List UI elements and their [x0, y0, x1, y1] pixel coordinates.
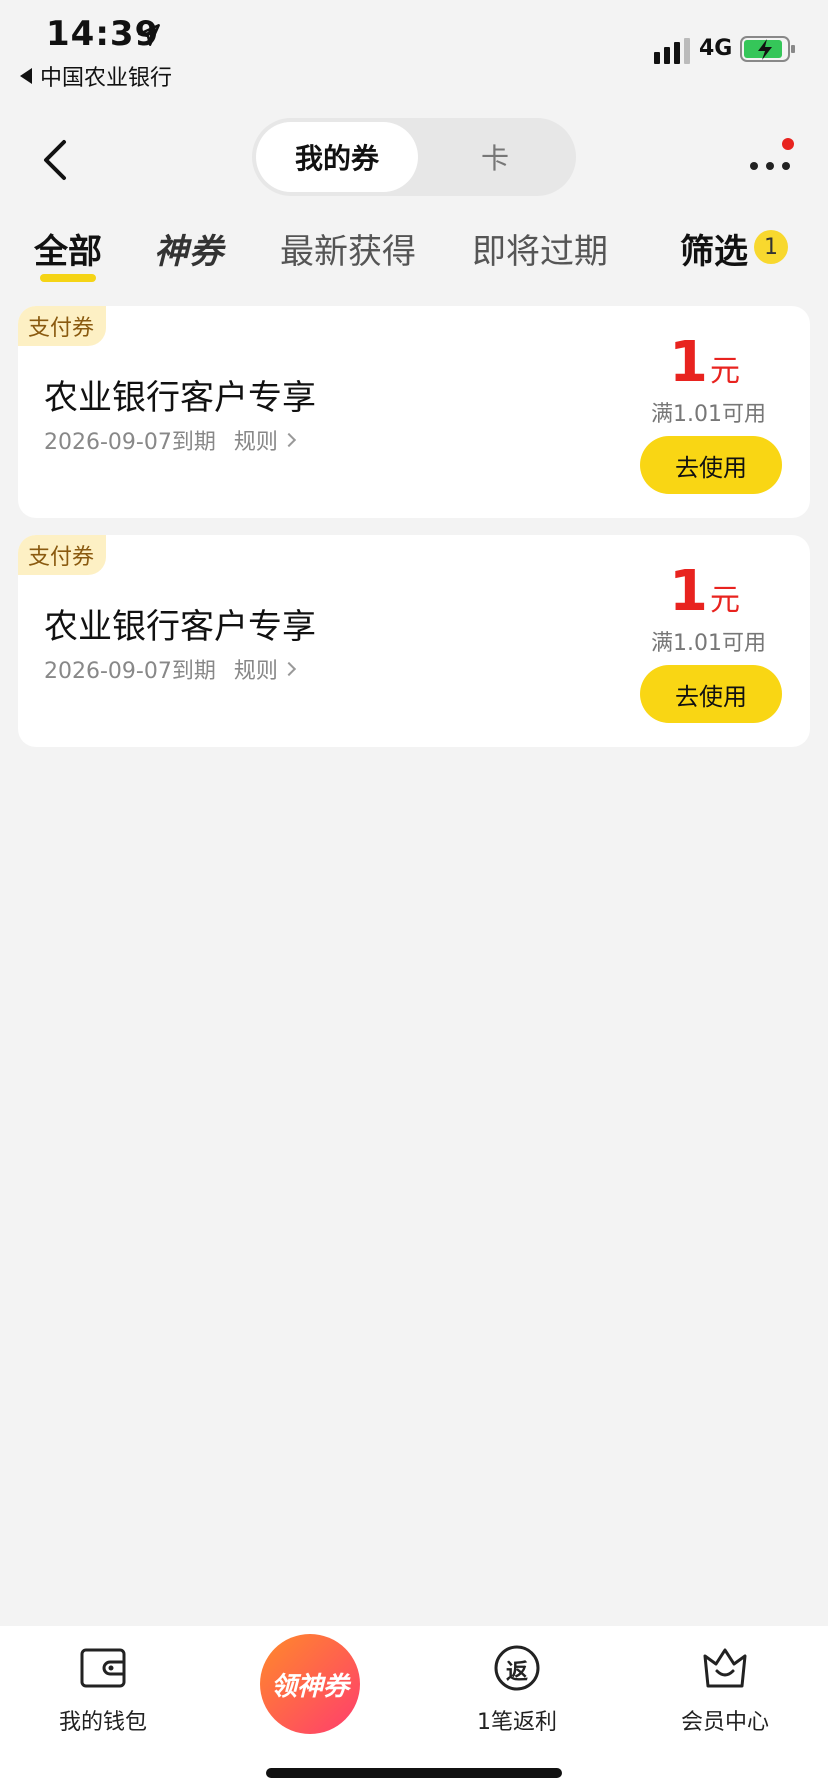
nav-bar: 我的券 卡 — [0, 110, 828, 210]
bottom-nav-member[interactable]: 会员中心 — [650, 1644, 800, 1744]
coupon-amount: 1 元 — [669, 330, 740, 395]
amount-unit: 元 — [710, 583, 740, 618]
coupon-type-tag: 支付券 — [18, 535, 107, 575]
chevron-right-icon — [281, 432, 296, 448]
crown-basket-icon — [703, 1648, 747, 1688]
rebate-icon-char: 返 — [505, 1660, 529, 1685]
location-arrow-icon — [138, 24, 160, 46]
signal-icon — [654, 38, 690, 64]
coupon-card[interactable]: 支付券 农业银行客户专享 2026-09-07到期 规则 1 元 满1.01可用… — [18, 306, 810, 518]
tab-expiring[interactable]: 即将过期 — [472, 224, 608, 273]
bottom-nav: 我的钱包 领神券 返 1笔返利 会员中心 — [0, 1626, 828, 1792]
battery-charging-icon — [740, 36, 795, 62]
coupon-condition: 满1.01可用 — [651, 631, 766, 656]
coupon-meta: 2026-09-07到期 规则 — [44, 653, 296, 685]
member-label: 会员中心 — [680, 1710, 769, 1735]
status-bar: 14:39 中国农业银行 4G — [0, 0, 828, 100]
tab-all[interactable]: 全部 — [34, 224, 102, 273]
active-tab-indicator — [40, 274, 96, 282]
coupon-condition: 满1.01可用 — [651, 402, 766, 427]
chevron-right-icon — [281, 661, 296, 677]
back-to-app-link[interactable]: 中国农业银行 — [20, 60, 172, 92]
back-app-label: 中国农业银行 — [40, 66, 173, 91]
coupon-expiry: 2026-09-07到期 — [44, 659, 216, 684]
chevron-left-icon — [44, 140, 66, 180]
get-super-coupon-button[interactable]: 领神券 — [260, 1634, 360, 1734]
back-button[interactable] — [30, 128, 80, 192]
more-dot-icon — [750, 162, 758, 170]
coupon-amount: 1 元 — [669, 559, 740, 624]
get-super-coupon-label: 领神券 — [270, 1671, 349, 1702]
coupon-title: 农业银行客户专享 — [44, 378, 316, 418]
more-dot-icon — [782, 162, 790, 170]
notification-dot — [782, 138, 794, 150]
filter-count-badge: 1 — [754, 230, 788, 264]
segment-my-coupons[interactable]: 我的券 — [256, 122, 418, 192]
rebate-label: 1笔返利 — [477, 1710, 557, 1735]
more-button[interactable] — [742, 132, 798, 188]
bottom-nav-wallet[interactable]: 我的钱包 — [28, 1644, 178, 1744]
segment-card[interactable]: 卡 — [418, 122, 572, 192]
home-indicator[interactable] — [266, 1768, 562, 1778]
coupon-title: 农业银行客户专享 — [44, 607, 316, 647]
coupon-type-tag: 支付券 — [18, 306, 107, 346]
amount-value: 1 — [669, 330, 708, 395]
coupon-card[interactable]: 支付券 农业银行客户专享 2026-09-07到期 规则 1 元 满1.01可用… — [18, 535, 810, 747]
wallet-label: 我的钱包 — [58, 1710, 147, 1735]
filter-tabs: 全部 神券 最新获得 即将过期 筛选 1 — [0, 218, 828, 288]
coupon-meta: 2026-09-07到期 规则 — [44, 424, 296, 456]
coupon-rule-link[interactable]: 规则 — [234, 424, 278, 456]
segment-control: 我的券 卡 — [252, 118, 576, 196]
coupon-expiry: 2026-09-07到期 — [44, 430, 216, 455]
coupon-rule-link[interactable]: 规则 — [234, 653, 278, 685]
use-coupon-button[interactable]: 去使用 — [640, 665, 782, 723]
back-triangle-icon — [20, 68, 32, 84]
tab-super-coupon[interactable]: 神券 — [154, 224, 224, 273]
tab-filter[interactable]: 筛选 — [680, 224, 748, 273]
amount-value: 1 — [669, 559, 708, 624]
amount-unit: 元 — [710, 354, 740, 389]
bottom-nav-rebate[interactable]: 返 1笔返利 — [442, 1644, 592, 1744]
tab-newest[interactable]: 最新获得 — [280, 224, 416, 273]
use-coupon-button[interactable]: 去使用 — [640, 436, 782, 494]
more-dot-icon — [766, 162, 774, 170]
wallet-icon — [80, 1648, 126, 1688]
network-type: 4G — [699, 36, 733, 61]
